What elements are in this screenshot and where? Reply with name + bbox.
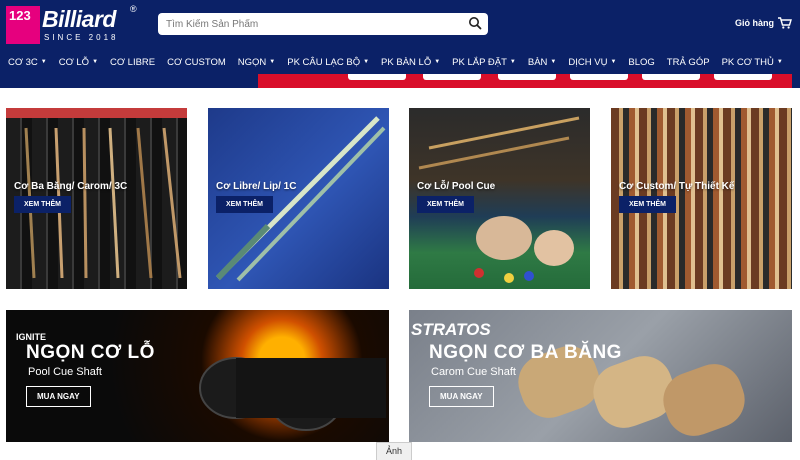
nav-item-label: CƠ LỖ bbox=[58, 56, 90, 68]
caret-down-icon: ▼ bbox=[434, 59, 441, 65]
caret-down-icon: ▼ bbox=[610, 59, 617, 65]
main-nav: CƠ 3C ▼ CƠ LỖ ▼ CƠ LIBRE CƠ CUSTOM NGỌN ▼ PK CÂU… bbox=[0, 50, 800, 74]
nav-item[interactable]: PK CƠ THỦ ▼ bbox=[722, 57, 783, 68]
tile-label: Cơ Lỗ/ Pool Cue bbox=[417, 181, 496, 192]
caret-down-icon: ▼ bbox=[40, 59, 47, 65]
caret-down-icon: ▼ bbox=[363, 59, 370, 65]
caret-down-icon: ▼ bbox=[269, 59, 276, 65]
nav-item-label: CƠ 3C bbox=[8, 56, 38, 68]
banner-subtitle: Pool Cue Shaft bbox=[28, 366, 102, 378]
nav-item-label: PK CƠ THỦ bbox=[721, 56, 774, 68]
category-tile-pool[interactable]: Cơ Lỗ/ Pool Cue XEM THÊM bbox=[409, 108, 590, 289]
site-header: 123 Billiard SINCE 2018 ® Giỏ hàng CƠ 3C… bbox=[0, 0, 800, 88]
cart-label: Giỏ hàng bbox=[735, 18, 774, 28]
cart-icon bbox=[778, 17, 792, 29]
tile-label: Cơ Custom/ Tự Thiết Kế bbox=[619, 181, 735, 192]
tile-label: Cơ Libre/ Lip/ 1C bbox=[216, 181, 297, 192]
site-logo[interactable]: 123 Billiard SINCE 2018 ® bbox=[6, 4, 138, 44]
nav-item[interactable]: CƠ LIBRE bbox=[110, 57, 155, 68]
strip-tab bbox=[348, 74, 406, 80]
nav-item[interactable]: CƠ CUSTOM bbox=[167, 57, 226, 68]
nav-item-label: PK CÂU LẠC BỘ bbox=[287, 56, 361, 68]
nav-item[interactable]: CƠ 3C ▼ bbox=[8, 57, 47, 68]
caret-down-icon: ▼ bbox=[550, 59, 557, 65]
category-tile-3c[interactable]: Cơ Ba Băng/ Carom/ 3C XEM THÊM bbox=[6, 108, 187, 289]
cart-link[interactable]: Giỏ hàng bbox=[735, 17, 792, 29]
promo-strip bbox=[258, 74, 792, 88]
logo-name: Billiard bbox=[42, 6, 116, 32]
nav-item-label: CƠ LIBRE bbox=[110, 56, 156, 68]
see-more-button[interactable]: XEM THÊM bbox=[417, 196, 474, 213]
strip-tab bbox=[423, 74, 481, 80]
nav-item-label: BLOG bbox=[628, 56, 655, 68]
search-icon[interactable] bbox=[468, 16, 482, 30]
nav-item[interactable]: BÀN ▼ bbox=[528, 57, 557, 68]
banner-brand: IGNITE bbox=[16, 332, 47, 342]
registered-mark: ® bbox=[130, 4, 137, 14]
nav-item-label: PK LẮP ĐẶT bbox=[452, 56, 507, 68]
strip-tab bbox=[498, 74, 556, 80]
strip-tab bbox=[714, 74, 772, 80]
logo-number: 123 bbox=[6, 6, 40, 44]
nav-item-label: PK BÀN LỖ bbox=[381, 56, 432, 68]
nav-item[interactable]: DỊCH VỤ ▼ bbox=[568, 57, 616, 68]
strip-tab bbox=[642, 74, 700, 80]
nav-item-label: CƠ CUSTOM bbox=[167, 56, 226, 68]
buy-now-button[interactable]: MUA NGAY bbox=[26, 386, 91, 407]
search-bar bbox=[158, 13, 488, 35]
see-more-button[interactable]: XEM THÊM bbox=[14, 196, 71, 213]
see-more-button[interactable]: XEM THÊM bbox=[216, 196, 273, 213]
banner-carom-shaft[interactable]: STRATOS NGỌN CƠ BA BĂNG Carom Cue Shaft … bbox=[409, 310, 792, 442]
nav-item[interactable]: TRẢ GÓP bbox=[667, 57, 710, 68]
tile-label: Cơ Ba Băng/ Carom/ 3C bbox=[14, 181, 128, 192]
nav-item-label: BÀN bbox=[527, 56, 548, 68]
nav-item[interactable]: CƠ LỖ ▼ bbox=[59, 57, 98, 68]
nav-item[interactable]: PK LẮP ĐẶT ▼ bbox=[452, 57, 516, 68]
banner-title: NGỌN CƠ BA BĂNG bbox=[429, 342, 622, 363]
logo-since: SINCE 2018 bbox=[44, 33, 119, 42]
banner-title: NGỌN CƠ LỖ bbox=[26, 342, 155, 363]
category-tile-libre[interactable]: Cơ Libre/ Lip/ 1C XEM THÊM bbox=[208, 108, 389, 289]
search-input[interactable] bbox=[166, 16, 456, 32]
banner-pool-shaft[interactable]: IGNITE NGỌN CƠ LỖ Pool Cue Shaft MUA NGA… bbox=[6, 310, 389, 442]
banner-brand: STRATOS bbox=[411, 320, 491, 339]
caret-down-icon: ▼ bbox=[509, 59, 516, 65]
nav-item[interactable]: PK CÂU LẠC BỘ ▼ bbox=[287, 57, 369, 68]
image-caption-tab[interactable]: Ảnh bbox=[376, 442, 412, 460]
nav-item-label: DỊCH VỤ bbox=[568, 56, 608, 68]
caret-down-icon: ▼ bbox=[92, 59, 99, 65]
banner-subtitle: Carom Cue Shaft bbox=[431, 366, 516, 378]
category-tile-custom[interactable]: Cơ Custom/ Tự Thiết Kế XEM THÊM bbox=[611, 108, 792, 289]
caret-down-icon: ▼ bbox=[776, 59, 783, 65]
nav-item[interactable]: PK BÀN LỖ ▼ bbox=[381, 57, 440, 68]
nav-item[interactable]: NGỌN ▼ bbox=[238, 57, 275, 68]
see-more-button[interactable]: XEM THÊM bbox=[619, 196, 676, 213]
buy-now-button[interactable]: MUA NGAY bbox=[429, 386, 494, 407]
nav-item[interactable]: BLOG bbox=[628, 57, 654, 68]
nav-item-label: NGỌN bbox=[237, 56, 267, 68]
nav-item-label: TRẢ GÓP bbox=[666, 56, 710, 68]
strip-tab bbox=[570, 74, 628, 80]
